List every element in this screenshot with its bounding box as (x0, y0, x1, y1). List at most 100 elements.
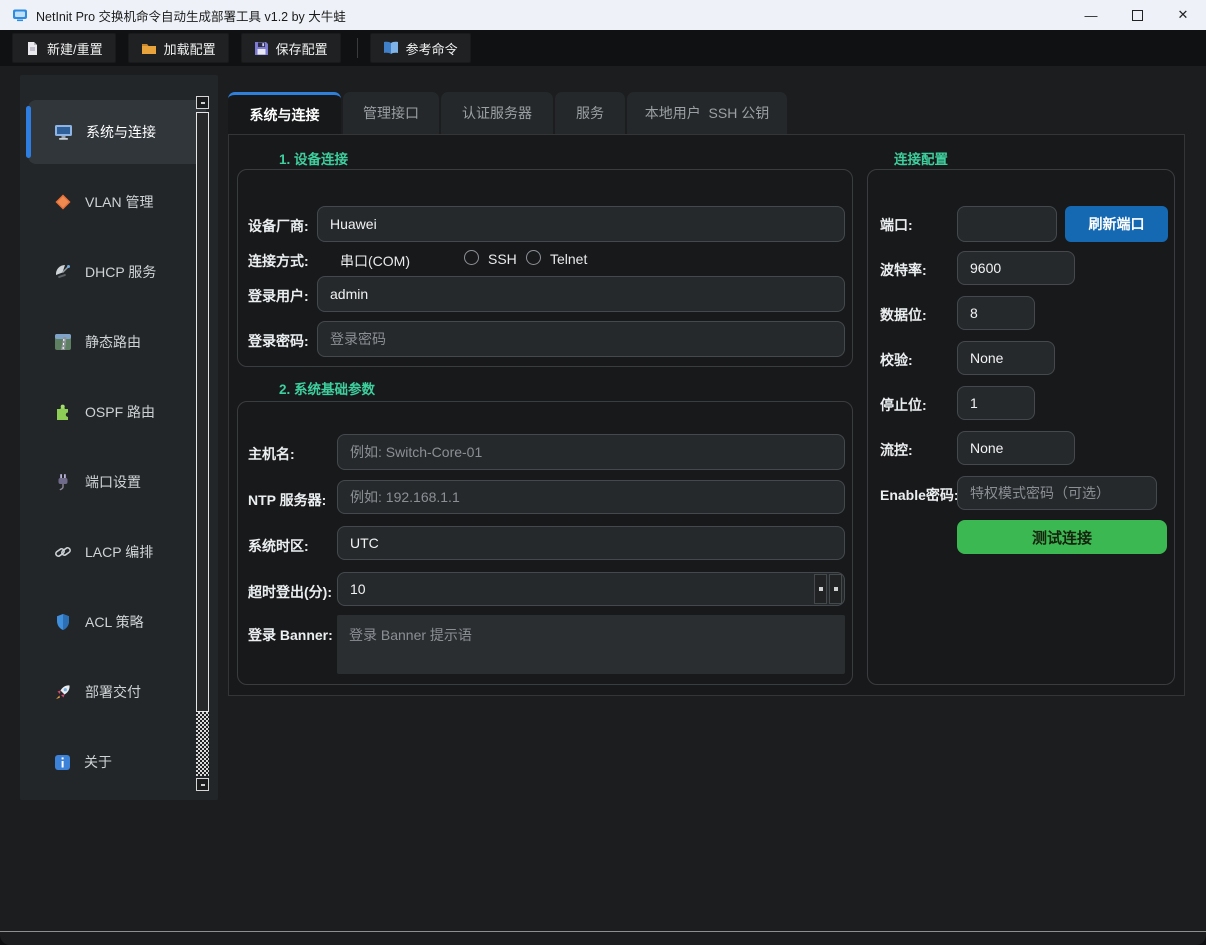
hostname-input[interactable] (337, 434, 845, 470)
scrollbar-thumb[interactable] (196, 112, 209, 712)
ntp-input[interactable] (337, 480, 845, 514)
stopbits-label: 停止位: (880, 395, 927, 415)
folder-icon (141, 41, 157, 56)
sidebar-item-label: 静态路由 (85, 332, 141, 352)
tab-bar: 系统与连接 管理接口 认证服务器 服务 本地用户 SSH 公钥 (228, 92, 789, 134)
timeout-input[interactable] (337, 572, 845, 606)
login-password-label: 登录密码: (248, 331, 309, 351)
timezone-label: 系统时区: (248, 536, 309, 556)
save-config-label: 保存配置 (276, 39, 328, 58)
app-window: NetInit Pro 交换机命令自动生成部署工具 v1.2 by 大牛蛙 — … (0, 0, 1206, 945)
login-user-input[interactable] (317, 276, 845, 312)
radio-telnet[interactable] (526, 250, 541, 265)
rocket-icon (54, 683, 72, 701)
window-bottom-edge (0, 931, 1206, 932)
login-password-input[interactable] (317, 321, 845, 357)
sidebar-item-lacp[interactable]: LACP 编排 (28, 520, 206, 584)
satellite-icon (54, 263, 72, 281)
section-connection-title: 连接配置 (894, 148, 948, 168)
tab-system-connection[interactable]: 系统与连接 (228, 92, 341, 134)
databits-input[interactable] (957, 296, 1035, 330)
puzzle-icon (54, 403, 72, 421)
baud-input[interactable] (957, 251, 1075, 285)
load-config-label: 加载配置 (164, 39, 216, 58)
parity-input[interactable] (957, 341, 1055, 375)
sidebar-item-deploy[interactable]: 部署交付 (28, 660, 206, 724)
sidebar-item-label: 部署交付 (85, 682, 141, 702)
radio-option-serial[interactable]: 串口(COM) (340, 251, 410, 271)
floppy-icon (254, 41, 269, 56)
test-connection-button[interactable]: 测试连接 (957, 520, 1167, 554)
new-reset-label: 新建/重置 (47, 39, 103, 58)
radio-option-telnet[interactable]: Telnet (550, 251, 587, 267)
sidebar-item-static-route[interactable]: 静态路由 (28, 310, 206, 374)
flow-label: 流控: (880, 440, 913, 460)
tab-auth-server[interactable]: 认证服务器 (441, 92, 553, 134)
window-title: NetInit Pro 交换机命令自动生成部署工具 v1.2 by 大牛蛙 (36, 6, 346, 25)
hostname-label: 主机名: (248, 444, 295, 464)
tab-content: 1. 设备连接 设备厂商: 连接方式: 串口(COM) SSH Telnet 登… (228, 134, 1185, 696)
tab-local-user-ssh[interactable]: 本地用户 SSH 公钥 (627, 92, 787, 134)
login-user-label: 登录用户: (248, 286, 309, 306)
sidebar-item-dhcp[interactable]: DHCP 服务 (28, 240, 206, 304)
sidebar-item-acl[interactable]: ACL 策略 (28, 590, 206, 654)
banner-label: 登录 Banner: (248, 625, 333, 645)
tab-services[interactable]: 服务 (555, 92, 625, 134)
book-icon (383, 41, 399, 55)
plug-icon (54, 473, 72, 491)
radio-ssh[interactable] (464, 250, 479, 265)
reference-commands-button[interactable]: 参考命令 (370, 33, 471, 63)
databits-label: 数据位: (880, 305, 927, 325)
spin-down-button[interactable] (829, 574, 842, 604)
timezone-input[interactable] (337, 526, 845, 560)
title-bar: NetInit Pro 交换机命令自动生成部署工具 v1.2 by 大牛蛙 — … (0, 0, 1206, 30)
section-device-title: 1. 设备连接 (279, 148, 348, 168)
flow-input[interactable] (957, 431, 1075, 465)
link-icon (54, 543, 72, 561)
sidebar-item-ospf[interactable]: OSPF 路由 (28, 380, 206, 444)
app-icon (12, 7, 28, 23)
info-icon (54, 754, 71, 771)
device-connection-group: 设备厂商: 连接方式: 串口(COM) SSH Telnet 登录用户: 登录密… (237, 169, 853, 367)
sidebar-item-about[interactable]: 关于 (28, 730, 206, 794)
tab-mgmt-interface[interactable]: 管理接口 (343, 92, 439, 134)
toolbar-separator (357, 38, 358, 58)
sidebar-item-label: VLAN 管理 (85, 192, 153, 212)
refresh-ports-button[interactable]: 刷新端口 (1065, 206, 1168, 242)
scrollbar-track[interactable] (196, 712, 209, 776)
minimize-button[interactable]: — (1068, 0, 1114, 30)
sidebar: 系统与连接 VLAN 管理 DHCP 服务 静态路由 OSPF 路由 (20, 75, 218, 800)
maximize-icon (1132, 10, 1143, 21)
sidebar-item-label: ACL 策略 (85, 612, 144, 632)
port-label: 端口: (880, 215, 913, 235)
close-button[interactable]: ✕ (1160, 0, 1206, 30)
sidebar-item-label: 端口设置 (85, 472, 141, 492)
ntp-label: NTP 服务器: (248, 490, 326, 510)
sidebar-scrollbar (196, 96, 210, 792)
scroll-up-button[interactable] (196, 96, 209, 109)
sidebar-item-label: DHCP 服务 (85, 262, 156, 282)
new-reset-button[interactable]: 新建/重置 (12, 33, 116, 63)
sidebar-item-label: 系统与连接 (86, 122, 156, 142)
spin-up-button[interactable] (814, 574, 827, 604)
radio-option-ssh[interactable]: SSH (488, 251, 517, 267)
section-system-title: 2. 系统基础参数 (279, 378, 375, 398)
system-basics-group: 主机名: NTP 服务器: 系统时区: 超时登出(分): 登录 Banner: (237, 401, 853, 685)
sidebar-item-system-connection[interactable]: 系统与连接 (28, 100, 206, 164)
maximize-button[interactable] (1114, 0, 1160, 30)
save-config-button[interactable]: 保存配置 (241, 33, 341, 63)
sidebar-item-vlan[interactable]: VLAN 管理 (28, 170, 206, 234)
toolbar: 新建/重置 加载配置 保存配置 参考命令 (0, 30, 1206, 66)
enable-password-label: Enable密码: (880, 485, 959, 505)
enable-password-input[interactable] (957, 476, 1157, 510)
connection-config-group: 端口: 刷新端口 波特率: 数据位: 校验: 停止位: 流控: Enable密码… (867, 169, 1175, 685)
scroll-down-button[interactable] (196, 778, 209, 791)
banner-textarea[interactable] (337, 615, 845, 674)
vendor-input[interactable] (317, 206, 845, 242)
vendor-label: 设备厂商: (248, 216, 309, 236)
sidebar-item-ports[interactable]: 端口设置 (28, 450, 206, 514)
stopbits-input[interactable] (957, 386, 1035, 420)
load-config-button[interactable]: 加载配置 (128, 33, 229, 63)
port-input[interactable] (957, 206, 1057, 242)
reference-commands-label: 参考命令 (406, 39, 458, 58)
